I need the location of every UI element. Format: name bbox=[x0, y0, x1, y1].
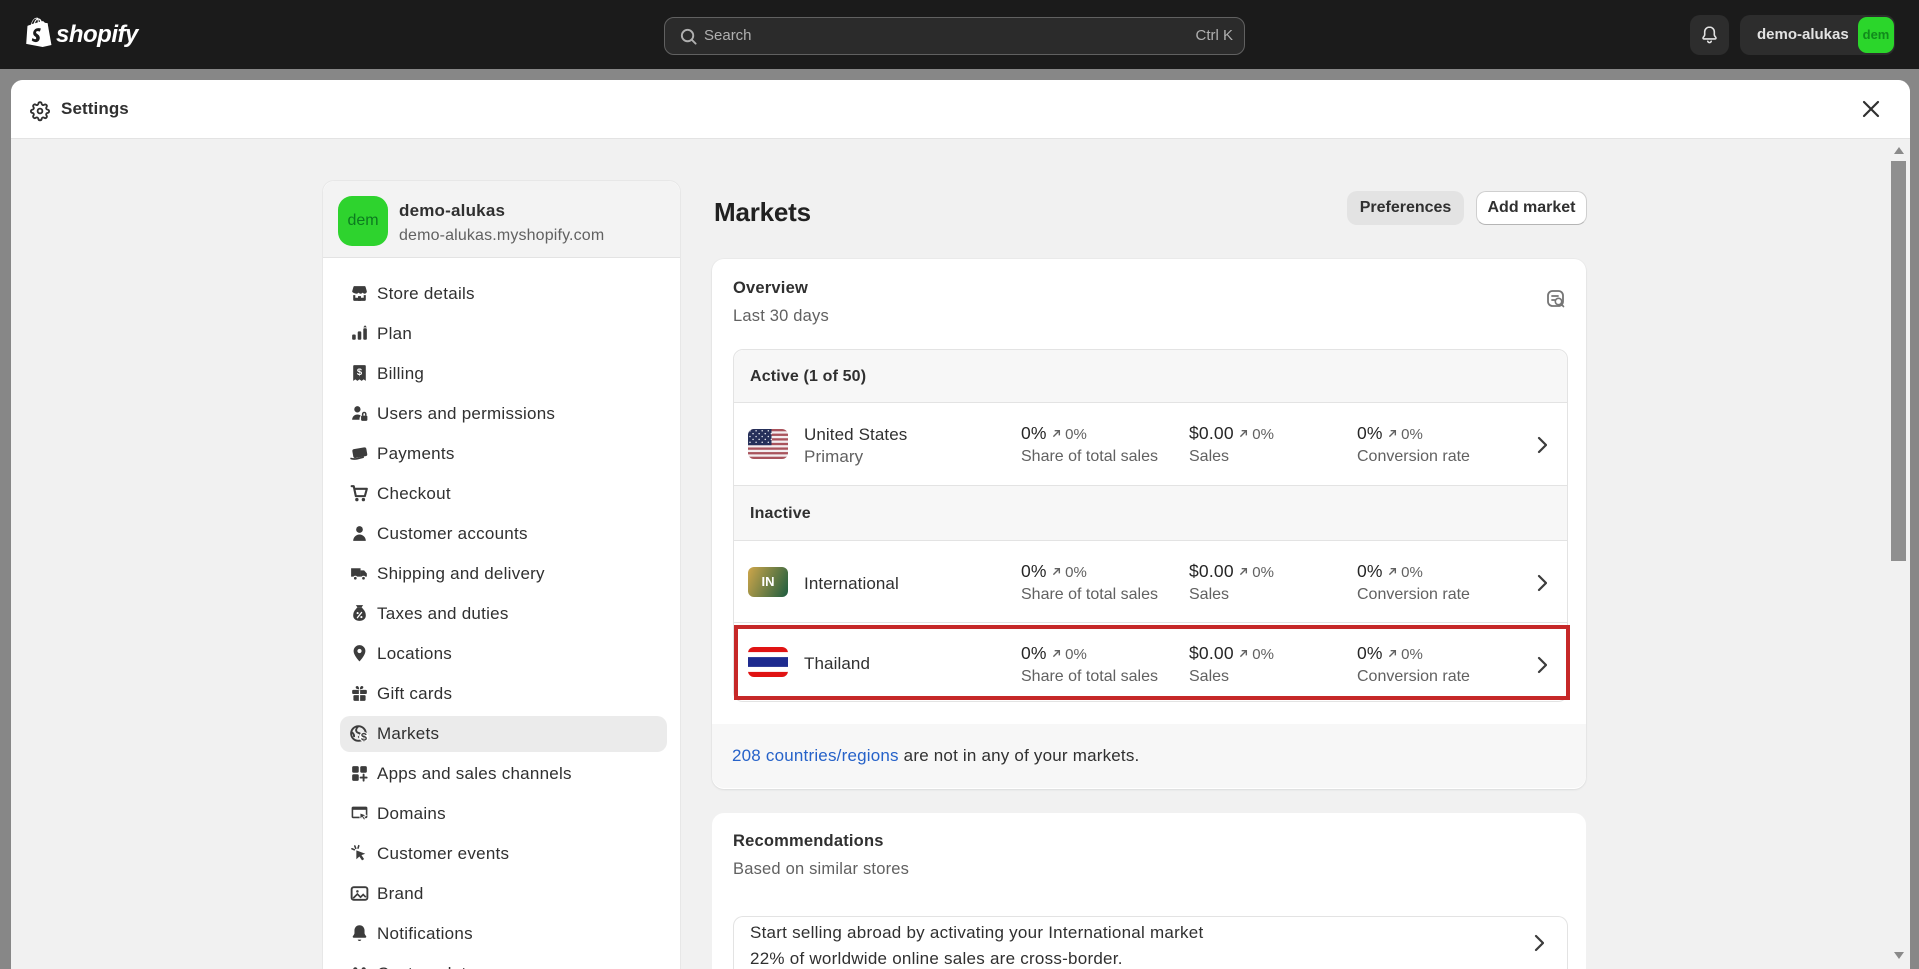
svg-text:$: $ bbox=[361, 732, 367, 744]
svg-text:$: $ bbox=[357, 367, 363, 378]
